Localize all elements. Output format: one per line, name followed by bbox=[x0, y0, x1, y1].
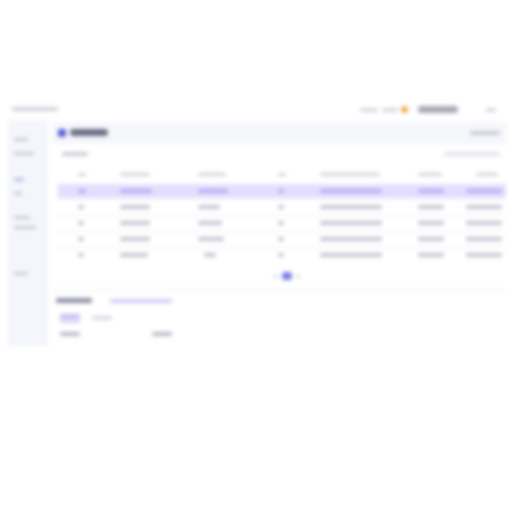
column-header[interactable] bbox=[418, 173, 442, 176]
table-cell bbox=[418, 253, 444, 257]
table-cell bbox=[78, 205, 84, 209]
table-cell bbox=[198, 189, 228, 193]
table-cell bbox=[320, 205, 382, 209]
column-header[interactable] bbox=[120, 173, 150, 176]
table-row[interactable] bbox=[58, 232, 506, 246]
pagination-next-button[interactable] bbox=[296, 275, 300, 278]
column-header[interactable] bbox=[198, 173, 226, 176]
sidebar-item[interactable] bbox=[14, 152, 34, 155]
section-divider bbox=[52, 290, 506, 291]
pagination-current-page[interactable] bbox=[282, 272, 292, 280]
filter-label[interactable] bbox=[62, 152, 88, 156]
table-cell bbox=[320, 189, 382, 193]
top-bar bbox=[8, 100, 508, 120]
tab-active[interactable] bbox=[60, 314, 80, 319]
table-cell bbox=[418, 189, 444, 193]
sidebar-item[interactable] bbox=[14, 216, 30, 219]
table-cell bbox=[466, 221, 502, 225]
table-cell bbox=[78, 237, 84, 241]
table-cell bbox=[278, 189, 284, 193]
column-header[interactable] bbox=[320, 173, 380, 176]
table-cell bbox=[120, 221, 150, 225]
table-cell bbox=[278, 253, 284, 257]
table-row[interactable] bbox=[58, 184, 506, 198]
table-row[interactable] bbox=[58, 248, 506, 262]
table-cell bbox=[198, 205, 220, 209]
table-cell bbox=[418, 205, 444, 209]
sidebar-item[interactable] bbox=[14, 192, 22, 195]
table-cell bbox=[278, 221, 284, 225]
table-cell bbox=[120, 189, 152, 193]
chevron-down-icon[interactable] bbox=[486, 108, 496, 112]
main-content bbox=[52, 120, 506, 346]
column-header[interactable] bbox=[78, 173, 86, 176]
table-cell bbox=[78, 221, 84, 225]
tab-indicator bbox=[60, 321, 80, 322]
table-cell bbox=[198, 237, 224, 241]
details-link[interactable] bbox=[110, 299, 172, 303]
user-menu-button[interactable] bbox=[418, 106, 458, 113]
table-row[interactable] bbox=[58, 216, 506, 230]
table-cell bbox=[320, 221, 382, 225]
page-header bbox=[52, 122, 506, 144]
table-cell bbox=[120, 205, 150, 209]
notifications-button[interactable] bbox=[382, 108, 398, 112]
app-window bbox=[8, 100, 508, 346]
sidebar-item[interactable] bbox=[14, 272, 28, 275]
table-cell bbox=[320, 253, 382, 257]
table-cell bbox=[418, 237, 444, 241]
table-header bbox=[58, 168, 506, 180]
table-cell bbox=[78, 189, 86, 193]
table-cell bbox=[198, 221, 222, 225]
status-badge bbox=[401, 106, 408, 113]
column-header[interactable] bbox=[278, 173, 286, 176]
page-title bbox=[70, 129, 108, 136]
table-cell bbox=[320, 237, 382, 241]
table-cell bbox=[418, 221, 444, 225]
toolbar-button[interactable] bbox=[470, 131, 500, 135]
table-cell bbox=[466, 205, 502, 209]
column-header[interactable] bbox=[476, 173, 498, 176]
sidebar-item[interactable] bbox=[14, 226, 36, 229]
table-cell bbox=[120, 237, 150, 241]
detail-field bbox=[152, 332, 172, 336]
filter-control[interactable] bbox=[444, 152, 500, 156]
table-cell bbox=[466, 189, 502, 193]
detail-field bbox=[60, 332, 80, 336]
table-cell bbox=[278, 205, 284, 209]
table-cell bbox=[78, 253, 84, 257]
table-cell bbox=[278, 237, 284, 241]
table-cell bbox=[466, 237, 502, 241]
sidebar-item[interactable] bbox=[14, 138, 28, 141]
tab-secondary[interactable] bbox=[92, 316, 112, 320]
table-row[interactable] bbox=[58, 200, 506, 214]
pagination-prev-button[interactable] bbox=[274, 275, 278, 278]
breadcrumb[interactable] bbox=[12, 107, 58, 111]
table-cell bbox=[466, 253, 502, 257]
details-title bbox=[56, 298, 92, 303]
table-cell bbox=[120, 253, 148, 257]
sidebar bbox=[8, 120, 48, 346]
sidebar-item[interactable] bbox=[14, 178, 24, 181]
help-icon[interactable] bbox=[360, 108, 378, 112]
list-icon bbox=[58, 129, 66, 137]
table-cell bbox=[204, 253, 216, 257]
